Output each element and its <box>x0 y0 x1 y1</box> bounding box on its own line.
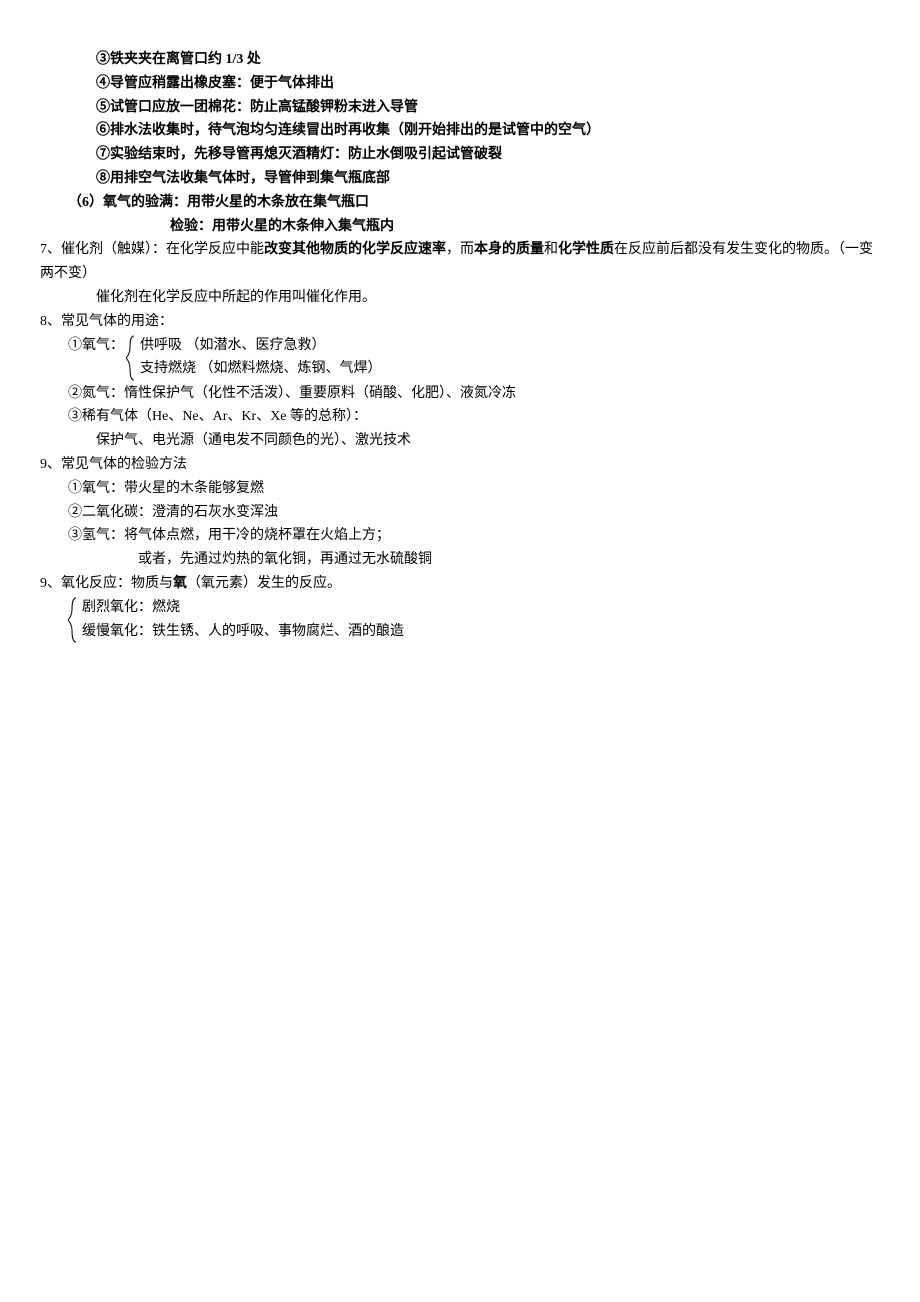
section-6-full: （6）氧气的验满：用带火星的木条放在集气瓶口 <box>68 191 880 215</box>
oxidation-types-group: 剧烈氧化：燃烧 缓慢氧化：铁生锈、人的呼吸、事物腐烂、酒的酿造 <box>68 596 880 644</box>
bold-segment: 化学性质 <box>558 242 614 257</box>
item-7-catalyst: 7、催化剂（触媒）：在化学反应中能改变其他物质的化学反应速率，而本身的质量和化学… <box>40 238 880 286</box>
co2-test: ②二氧化碳：澄清的石灰水变浑浊 <box>68 501 880 525</box>
oxygen-use-2: 支持燃烧 （如燃料燃烧、炼钢、气焊） <box>140 357 382 381</box>
nitrogen-uses: ②氮气：惰性保护气（化性不活泼）、重要原料（硝酸、化肥）、液氮冷冻 <box>68 382 880 406</box>
catalyst-effect: 催化剂在化学反应中所起的作用叫催化作用。 <box>96 286 880 310</box>
left-brace-icon <box>126 334 136 382</box>
step-8: ⑧用排空气法收集气体时，导管伸到集气瓶底部 <box>96 167 880 191</box>
noble-gases: ③稀有气体（He、Ne、Ar、Kr、Xe 等的总称）： <box>68 405 880 429</box>
item-9-oxidation: 9、氧化反应：物质与氧（氧元素）发生的反应。 <box>40 572 880 596</box>
text-segment: 和 <box>544 242 558 257</box>
step-5: ⑤试管口应放一团棉花：防止高锰酸钾粉末进入导管 <box>96 96 880 120</box>
text-segment: ，而 <box>446 242 474 257</box>
step-4: ④导管应稍露出橡皮塞：便于气体排出 <box>96 72 880 96</box>
oxygen-test: ①氧气：带火星的木条能够复燃 <box>68 477 880 501</box>
intense-oxidation: 剧烈氧化：燃烧 <box>82 596 404 620</box>
oxygen-uses-group: ①氧气： 供呼吸 （如潜水、医疗急救） 支持燃烧 （如燃料燃烧、炼钢、气焊） <box>68 334 880 382</box>
hydrogen-test-2: 或者，先通过灼热的氧化铜，再通过无水硫酸铜 <box>138 548 880 572</box>
step-6: ⑥排水法收集时，待气泡均匀连续冒出时再收集（刚开始排出的是试管中的空气） <box>96 119 880 143</box>
oxygen-prefix: ①氧气： <box>68 334 124 358</box>
noble-gases-uses: 保护气、电光源（通电发不同颜色的光）、激光技术 <box>96 429 880 453</box>
oxygen-use-1: 供呼吸 （如潜水、医疗急救） <box>140 334 382 358</box>
text-segment: 9、氧化反应：物质与 <box>40 576 173 591</box>
step-3: ③铁夹夹在离管口约 1/3 处 <box>96 48 880 72</box>
left-brace-icon <box>68 596 78 644</box>
bold-segment: 改变其他物质的化学反应速率 <box>264 242 446 257</box>
section-6-check: 检验：用带火星的木条伸入集气瓶内 <box>170 215 880 239</box>
bold-segment: 氧 <box>173 576 187 591</box>
text-segment: （氧元素）发生的反应。 <box>187 576 341 591</box>
text-segment: 7、催化剂（触媒）：在化学反应中能 <box>40 242 264 257</box>
step-7: ⑦实验结束时，先移导管再熄灭酒精灯：防止水倒吸引起试管破裂 <box>96 143 880 167</box>
item-9-gas-tests: 9、常见气体的检验方法 <box>40 453 880 477</box>
item-8-gas-uses: 8、常见气体的用途： <box>40 310 880 334</box>
bold-segment: 本身的质量 <box>474 242 544 257</box>
slow-oxidation: 缓慢氧化：铁生锈、人的呼吸、事物腐烂、酒的酿造 <box>82 620 404 644</box>
hydrogen-test-1: ③氢气：将气体点燃，用干冷的烧杯罩在火焰上方； <box>68 524 880 548</box>
